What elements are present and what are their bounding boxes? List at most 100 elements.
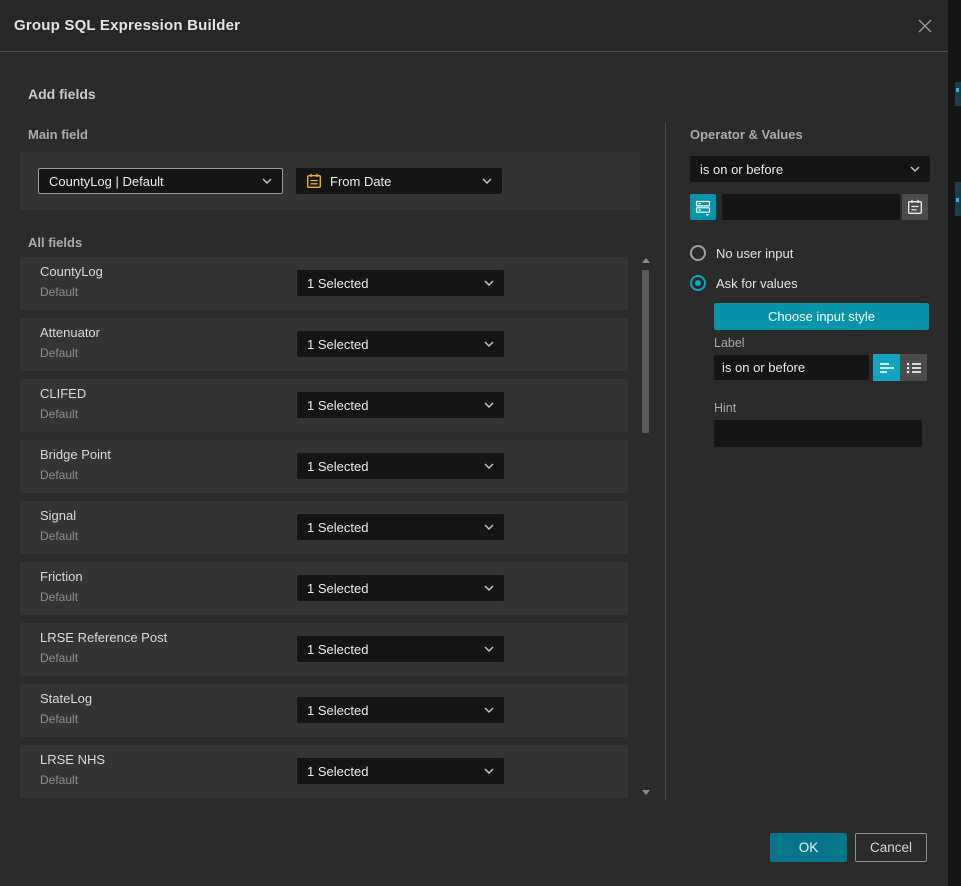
close-button[interactable]	[908, 9, 942, 43]
field-type: Default	[40, 590, 78, 604]
field-row: StateLog Default 1 Selected	[20, 684, 628, 737]
field-selection-value: 1 Selected	[307, 764, 476, 779]
field-selection-value: 1 Selected	[307, 337, 476, 352]
field-selection-value: 1 Selected	[307, 581, 476, 596]
background-fragment	[956, 88, 959, 92]
ok-button[interactable]: OK	[770, 833, 847, 862]
cancel-button[interactable]: Cancel	[855, 833, 927, 862]
field-type: Default	[40, 773, 78, 787]
hint-caption: Hint	[714, 401, 736, 415]
field-row: Attenuator Default 1 Selected	[20, 318, 628, 371]
main-field-date-value: From Date	[330, 174, 474, 189]
unique-values-icon	[695, 199, 712, 216]
value-input[interactable]	[722, 194, 900, 220]
calendar-icon	[907, 199, 923, 215]
bulleted-list-icon	[906, 361, 922, 375]
field-selection-value: 1 Selected	[307, 459, 476, 474]
field-name: Friction	[40, 569, 83, 584]
chevron-down-icon	[482, 178, 492, 184]
chevron-down-icon	[484, 585, 494, 591]
group-sql-expression-builder-dialog: Group SQL Expression Builder Add fields …	[0, 0, 948, 886]
field-selection-value: 1 Selected	[307, 276, 476, 291]
operator-select[interactable]: is on or before	[690, 156, 930, 182]
radio-circle-unselected	[690, 245, 706, 261]
field-selection-select[interactable]: 1 Selected	[297, 575, 504, 601]
field-selection-select[interactable]: 1 Selected	[297, 270, 504, 296]
choose-input-style-button[interactable]: Choose input style	[714, 303, 929, 330]
calendar-icon	[306, 173, 322, 189]
all-fields-heading: All fields	[28, 235, 82, 250]
radio-ask-for-values[interactable]: Ask for values	[690, 275, 798, 291]
main-field-panel: CountyLog | Default From Date	[20, 152, 640, 210]
field-row: Friction Default 1 Selected	[20, 562, 628, 615]
chevron-down-icon	[484, 707, 494, 713]
field-selection-select[interactable]: 1 Selected	[297, 758, 504, 784]
field-selection-select[interactable]: 1 Selected	[297, 331, 504, 357]
field-row: CLIFED Default 1 Selected	[20, 379, 628, 432]
field-name: Signal	[40, 508, 76, 523]
radio-label: No user input	[716, 246, 793, 261]
field-selection-value: 1 Selected	[307, 520, 476, 535]
field-selection-select[interactable]: 1 Selected	[297, 697, 504, 723]
main-field-date-select[interactable]: From Date	[296, 168, 502, 194]
field-selection-value: 1 Selected	[307, 398, 476, 413]
close-icon	[916, 17, 934, 35]
align-left-icon	[879, 361, 895, 375]
field-row: Signal Default 1 Selected	[20, 501, 628, 554]
field-type: Default	[40, 712, 78, 726]
field-type: Default	[40, 651, 78, 665]
chevron-down-icon	[910, 166, 920, 172]
section-divider	[665, 123, 666, 800]
screen: Group SQL Expression Builder Add fields …	[0, 0, 961, 886]
chevron-down-icon	[484, 768, 494, 774]
field-type: Default	[40, 407, 78, 421]
scrollbar-down-arrow[interactable]	[642, 790, 650, 795]
radio-circle-selected	[690, 275, 706, 291]
field-row: CountyLog Default 1 Selected	[20, 257, 628, 310]
chevron-down-icon	[484, 402, 494, 408]
field-name: LRSE NHS	[40, 752, 105, 767]
field-name: StateLog	[40, 691, 92, 706]
single-line-input-toggle[interactable]	[873, 354, 900, 381]
add-fields-heading: Add fields	[28, 86, 96, 102]
hint-input[interactable]	[714, 420, 922, 447]
field-type: Default	[40, 468, 78, 482]
field-name: CLIFED	[40, 386, 86, 401]
main-field-heading: Main field	[28, 127, 88, 142]
radio-no-user-input[interactable]: No user input	[690, 245, 793, 261]
chevron-down-icon	[484, 280, 494, 286]
field-selection-value: 1 Selected	[307, 642, 476, 657]
list-input-toggle[interactable]	[900, 354, 927, 381]
operator-value: is on or before	[700, 162, 902, 177]
field-selection-select[interactable]: 1 Selected	[297, 392, 504, 418]
title-bar: Group SQL Expression Builder	[0, 0, 948, 52]
scrollbar-thumb[interactable]	[642, 270, 649, 433]
background-strip	[948, 0, 961, 886]
scrollbar-up-arrow[interactable]	[642, 258, 650, 263]
field-type: Default	[40, 285, 78, 299]
field-selection-select[interactable]: 1 Selected	[297, 514, 504, 540]
chevron-down-icon	[484, 646, 494, 652]
calendar-picker-button[interactable]	[902, 194, 928, 220]
chevron-down-icon	[262, 178, 272, 184]
chevron-down-icon	[484, 524, 494, 530]
main-field-source-select[interactable]: CountyLog | Default	[38, 168, 283, 194]
page-title: Group SQL Expression Builder	[14, 17, 240, 34]
field-selection-select[interactable]: 1 Selected	[297, 636, 504, 662]
field-name: Bridge Point	[40, 447, 111, 462]
radio-label: Ask for values	[716, 276, 798, 291]
unique-values-button[interactable]	[690, 194, 716, 220]
operator-values-heading: Operator & Values	[690, 127, 803, 142]
field-name: Attenuator	[40, 325, 100, 340]
label-input[interactable]	[714, 355, 869, 380]
field-name: LRSE Reference Post	[40, 630, 167, 645]
background-fragment	[956, 198, 959, 202]
label-caption: Label	[714, 336, 745, 350]
field-row: Bridge Point Default 1 Selected	[20, 440, 628, 493]
field-selection-value: 1 Selected	[307, 703, 476, 718]
field-type: Default	[40, 346, 78, 360]
main-field-source-value: CountyLog | Default	[49, 174, 254, 189]
field-row: LRSE NHS Default 1 Selected	[20, 745, 628, 798]
field-selection-select[interactable]: 1 Selected	[297, 453, 504, 479]
chevron-down-icon	[484, 341, 494, 347]
